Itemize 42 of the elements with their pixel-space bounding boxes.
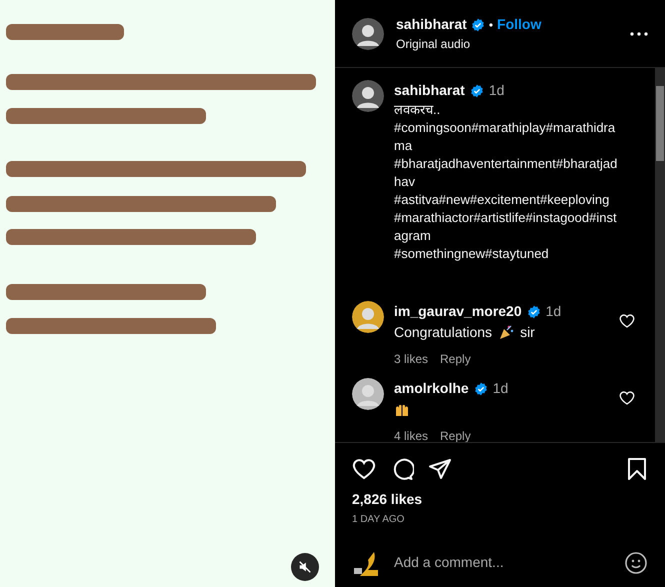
caption-line: #somethingnew#staytuned (394, 245, 550, 263)
caption-line: agram (394, 227, 432, 245)
caption-line: ma (394, 137, 414, 155)
username[interactable]: amolrkolhe (394, 378, 469, 399)
timestamp: 1d (546, 302, 562, 321)
avatar-icon[interactable] (352, 18, 384, 50)
party-popper-icon (498, 324, 514, 340)
share-icon[interactable] (428, 457, 452, 481)
speaker-muted-icon (298, 560, 312, 574)
comment-text: sir (520, 322, 535, 342)
caption-line: hav (394, 173, 416, 191)
post-date: 1 DAY AGO (352, 513, 406, 527)
caption-line: लवकरच.. (394, 101, 442, 119)
more-options-icon[interactable] (630, 32, 648, 36)
audio-label[interactable]: Original audio (396, 35, 618, 53)
caption-line: #astitva#new#excitement#keeploving (394, 191, 610, 209)
username[interactable]: sahibharat (396, 14, 467, 35)
username[interactable]: sahibharat (394, 80, 465, 101)
like-icon[interactable] (619, 313, 635, 329)
like-icon[interactable] (352, 457, 376, 481)
separator: • (488, 16, 494, 34)
emoji-icon[interactable] (624, 550, 648, 574)
username[interactable]: im_gaurav_more20 (394, 301, 522, 322)
avatar-icon[interactable] (352, 301, 384, 333)
like-count[interactable]: 4 likes (394, 427, 428, 442)
caption-line: #bharatjadhaventertainment#bharatjad (394, 155, 618, 173)
comment-text: Congratulations (394, 322, 492, 342)
caption-line: #comingsoon#marathiplay#marathidra (394, 119, 616, 137)
bookmark-icon[interactable] (626, 457, 648, 481)
likes-count[interactable]: 2,826 likes (352, 489, 648, 510)
like-count[interactable]: 3 likes (394, 350, 428, 368)
avatar-icon[interactable] (352, 378, 384, 410)
timestamp: 1d (488, 81, 504, 100)
comment-input[interactable]: Add a comment... (394, 552, 612, 573)
reply-button[interactable]: Reply (440, 350, 471, 368)
scrollbar[interactable] (655, 68, 665, 442)
follow-button[interactable]: Follow (497, 14, 542, 35)
timestamp: 1d (492, 379, 508, 398)
avatar-icon[interactable] (352, 80, 384, 112)
scrollbar-thumb[interactable] (656, 86, 664, 161)
caption-line: #marathiactor#artistlife#instagood#inst (394, 209, 618, 227)
like-icon[interactable] (619, 390, 635, 406)
